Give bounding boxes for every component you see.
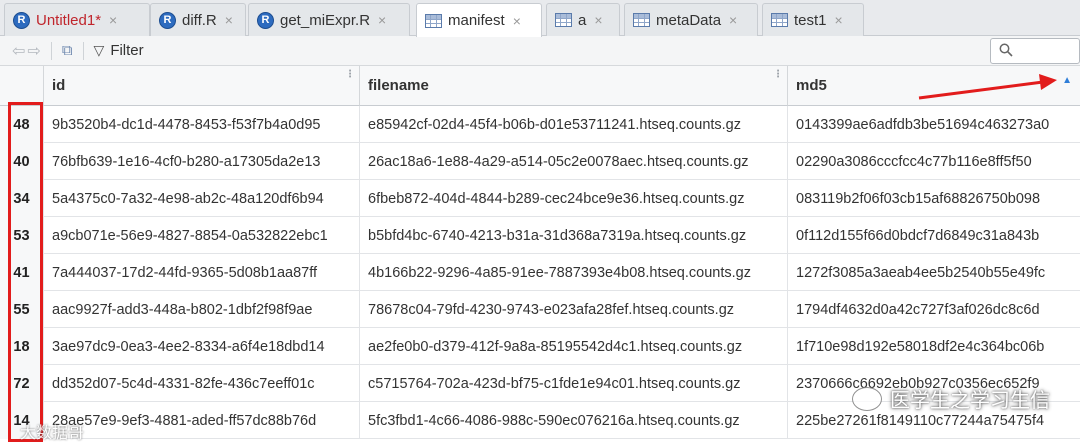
cell-filename[interactable]: 26ac18a6-1e88-4a29-a514-05c2e0078aec.hts… [360, 143, 788, 180]
table-row[interactable]: 34 5a4375c0-7a32-4e98-ab2c-48a120df6b94 6f… [0, 180, 1080, 217]
cell-md5[interactable]: 1f710e98d192e58018df2e4c364bc06b [788, 328, 1080, 365]
r-script-icon: R [255, 11, 274, 29]
watermark-text: 医学生之学习生信 [890, 390, 1050, 412]
column-header-label: filename [368, 77, 429, 94]
cell-filename[interactable]: 6fbeb872-404d-4844-b289-cec24bce9e36.hts… [360, 180, 788, 217]
close-icon[interactable]: × [225, 12, 233, 28]
tab-label: test1 [794, 11, 827, 29]
cell-md5[interactable]: 0143399ae6adfdb3be51694c463273a0 [788, 106, 1080, 143]
close-icon[interactable]: × [513, 13, 521, 29]
column-menu-icon[interactable]: ⋮ [345, 69, 355, 80]
close-icon[interactable]: × [729, 12, 737, 28]
table-row[interactable]: 40 76bfb639-1e16-4cf0-b280-a17305da2e13 26… [0, 143, 1080, 180]
table-row[interactable]: 53 a9cb071e-56e9-4827-8854-0a532822ebc1 b5… [0, 217, 1080, 254]
column-header-label: id [52, 77, 66, 94]
close-icon[interactable]: × [109, 12, 117, 28]
search-input[interactable] [990, 38, 1080, 64]
annotation-arrow-sort [918, 74, 1057, 100]
close-icon[interactable]: × [835, 12, 843, 28]
row-number[interactable]: 41 [0, 254, 44, 291]
toolbar-separator [82, 41, 84, 60]
cell-filename[interactable]: b5bfd4bc-6740-4213-b31a-31d368a7319a.hts… [360, 217, 788, 254]
tab-label: manifest [448, 12, 505, 29]
tab-untitled1[interactable]: R Untitled1* × [4, 3, 150, 36]
filter-icon: ▽ [93, 42, 105, 58]
column-header-label: md5 [796, 77, 827, 94]
search-icon [999, 43, 1013, 60]
table-row[interactable]: 55 aac9927f-add3-448a-b802-1dbf2f98f9ae 78… [0, 291, 1080, 328]
popout-icon[interactable]: ⧉ [62, 42, 73, 59]
tab-label: get_miExpr.R [280, 11, 371, 29]
row-number[interactable]: 55 [0, 291, 44, 328]
toolbar-separator [50, 41, 52, 60]
cell-md5[interactable]: 02290a3086cccfcc4c77b116e8ff5f50 [788, 143, 1080, 180]
filter-label: Filter [110, 42, 144, 59]
cell-filename[interactable]: e85942cf-02d4-45f4-b06b-d01e53711241.hts… [360, 106, 788, 143]
table-icon [555, 13, 572, 27]
tab-label: metaData [656, 11, 722, 29]
watermark-left: 大数据哥 [20, 425, 85, 442]
rstudio-data-viewer: R Untitled1* × R diff.R × R get_miExpr.R… [0, 0, 1080, 447]
table-icon [633, 13, 650, 27]
watermark: 医学生之学习生信 [852, 384, 1050, 413]
cell-md5[interactable]: 1272f3085a3aeab4ee5b2540b55e49fc [788, 254, 1080, 291]
tab-label: a [578, 11, 587, 29]
filter-button[interactable]: ▽ Filter [94, 42, 144, 59]
tab-test1[interactable]: test1 × [762, 3, 864, 36]
column-header-id[interactable]: id ⋮ [44, 66, 360, 106]
tab-metadata[interactable]: metaData × [624, 3, 758, 36]
cell-filename[interactable]: 4b166b22-9296-4a85-91ee-7887393e4b08.hts… [360, 254, 788, 291]
back-arrow-icon[interactable]: ⇦ [12, 41, 25, 61]
cell-id[interactable]: 76bfb639-1e16-4cf0-b280-a17305da2e13 [44, 143, 360, 180]
data-viewer-toolbar: ⇦ ⇨ ⧉ ▽ Filter [0, 36, 1080, 66]
tab-label: Untitled1* [36, 11, 102, 29]
table-icon [425, 13, 442, 28]
cell-id[interactable]: 3ae97dc9-0ea3-4ee2-8334-a6f4e18dbd14 [44, 328, 360, 365]
close-icon[interactable]: × [378, 12, 386, 28]
row-number[interactable]: 53 [0, 217, 44, 254]
column-header-filename[interactable]: filename ⋮ [360, 66, 788, 106]
cell-id[interactable]: a9cb071e-56e9-4827-8854-0a532822ebc1 [44, 217, 360, 254]
cell-md5[interactable]: 083119b2f06f03cb15af68826750b098 [788, 180, 1080, 217]
table-row[interactable]: 18 3ae97dc9-0ea3-4ee2-8334-a6f4e18dbd14 ae… [0, 328, 1080, 365]
cell-id[interactable]: aac9927f-add3-448a-b802-1dbf2f98f9ae [44, 291, 360, 328]
cell-id[interactable]: 7a444037-17d2-44fd-9365-5d08b1aa87ff [44, 254, 360, 291]
cell-id[interactable]: 9b3520b4-dc1d-4478-8453-f53f7b4a0d95 [44, 106, 360, 143]
cell-md5[interactable]: 0f112d155f66d0bdcf7d6849c31a843b [788, 217, 1080, 254]
table-row[interactable]: 41 7a444037-17d2-44fd-9365-5d08b1aa87ff 4b… [0, 254, 1080, 291]
tab-manifest[interactable]: manifest × [416, 3, 542, 37]
column-menu-icon[interactable]: ⋮ [773, 69, 783, 80]
forward-arrow-icon[interactable]: ⇨ [27, 41, 40, 61]
cell-id[interactable]: 5a4375c0-7a32-4e98-ab2c-48a120df6b94 [44, 180, 360, 217]
cell-md5[interactable]: 1794df4632d0a42c727f3af026dc8c6d [788, 291, 1080, 328]
r-script-icon: R [157, 11, 176, 29]
row-number[interactable]: 18 [0, 328, 44, 365]
tab-label: diff.R [182, 11, 217, 29]
cell-filename[interactable]: ae2fe0b0-d379-412f-9a8a-85195542d4c1.hts… [360, 328, 788, 365]
rownum-header [0, 66, 44, 106]
table-row[interactable]: 48 9b3520b4-dc1d-4478-8453-f53f7b4a0d95 e8… [0, 106, 1080, 143]
editor-tab-strip: R Untitled1* × R diff.R × R get_miExpr.R… [0, 0, 1080, 37]
cell-filename[interactable]: c5715764-702a-423d-bf75-c1fde1e94c01.hts… [360, 365, 788, 402]
tab-get-miexpr-r[interactable]: R get_miExpr.R × [248, 3, 410, 36]
cell-id[interactable]: dd352d07-5c4d-4331-82fe-436c7eeff01c [44, 365, 360, 402]
row-number[interactable]: 40 [0, 143, 44, 180]
tab-a[interactable]: a × [546, 3, 620, 36]
close-icon[interactable]: × [594, 12, 602, 28]
cell-filename[interactable]: 78678c04-79fd-4230-9743-e023afa28fef.hts… [360, 291, 788, 328]
cell-filename[interactable]: 5fc3fbd1-4c66-4086-988c-590ec076216a.hts… [360, 402, 788, 439]
r-script-icon: R [11, 11, 30, 29]
wechat-logo-icon [852, 386, 882, 411]
tab-diff-r[interactable]: R diff.R × [150, 3, 246, 36]
row-number[interactable]: 48 [0, 106, 44, 143]
table-icon [771, 13, 788, 27]
row-number[interactable]: 34 [0, 180, 44, 217]
cell-id[interactable]: 28ae57e9-9ef3-4881-aded-ff57dc88b76d [44, 402, 360, 439]
row-number[interactable]: 72 [0, 365, 44, 402]
